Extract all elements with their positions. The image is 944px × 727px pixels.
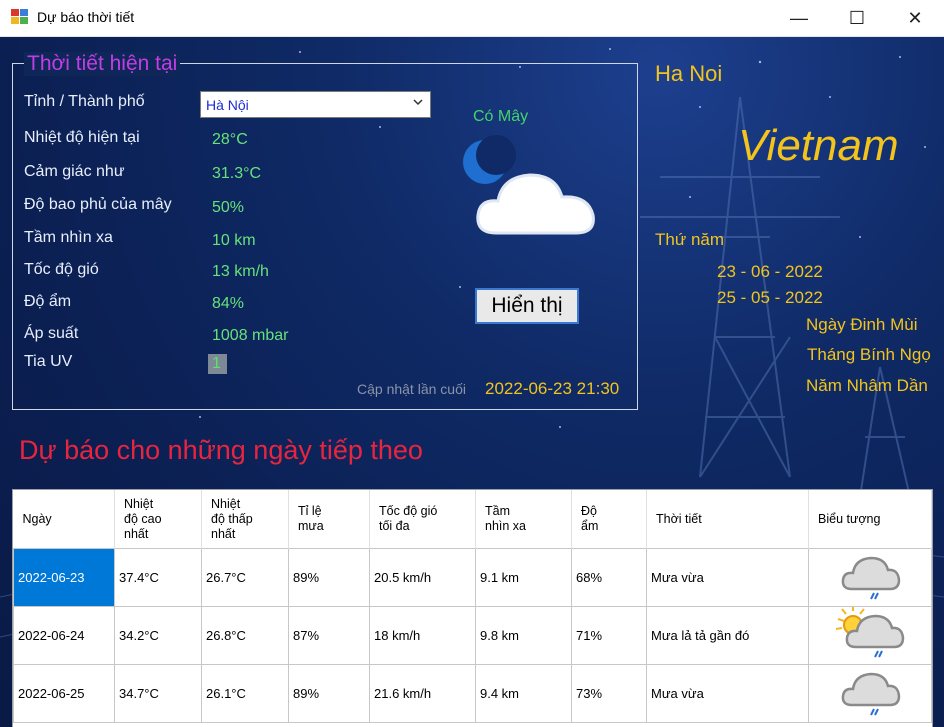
cell-visibility[interactable]: 9.4 km <box>475 664 572 723</box>
header-max-temp[interactable]: Nhiệt độ cao nhất <box>114 490 202 549</box>
province-selected-value: Hà Nội <box>206 97 249 113</box>
forecast-table[interactable]: Ngày Nhiệt độ cao nhất Nhiệt độ thấp nhấ… <box>12 489 933 727</box>
cell-rain-chance[interactable]: 89% <box>288 664 370 723</box>
cell-humidity[interactable]: 68% <box>571 548 647 607</box>
cell-min-temp[interactable]: 26.8°C <box>201 606 289 665</box>
humidity-value: 84% <box>212 295 245 312</box>
header-humidity-label: Độ ẩm <box>581 504 599 533</box>
header-max-wind[interactable]: Tốc độ gió tối đa <box>369 490 476 549</box>
header-date-label: Ngày <box>22 511 52 526</box>
lunar-month: Tháng Bính Ngọ <box>807 345 931 364</box>
cell-max-temp[interactable]: 34.7°C <box>114 664 202 723</box>
header-humidity[interactable]: Độ ẩm <box>571 490 647 549</box>
show-button[interactable]: Hiển thị <box>475 288 579 324</box>
maximize-button[interactable]: ☐ <box>828 0 886 36</box>
header-icon[interactable]: Biểu tượng <box>808 490 932 549</box>
province-select[interactable]: Hà Nội <box>200 91 431 118</box>
cell-date[interactable]: 2022-06-25 <box>13 664 115 723</box>
title-bar: Dự báo thời tiết — ☐ ✕ <box>0 0 944 37</box>
table-row[interactable]: 2022-06-25 34.7°C 26.1°C 89% 21.6 km/h 9… <box>13 664 932 723</box>
cell-date[interactable]: 2022-06-23 <box>13 548 115 607</box>
table-header-row: Ngày Nhiệt độ cao nhất Nhiệt độ thấp nhấ… <box>13 490 932 549</box>
last-updated-label: Cập nhật lần cuối <box>357 381 466 397</box>
cell-weather[interactable]: Mưa vừa <box>646 664 809 723</box>
condition-text: Có Mây <box>473 108 529 125</box>
country-name: Vietnam <box>738 121 899 170</box>
solar-date: 23 - 06 - 2022 <box>717 262 823 281</box>
cell-date[interactable]: 2022-06-24 <box>13 606 115 665</box>
pressure-value: 1008 mbar <box>212 327 289 344</box>
header-min-temp-label: Nhiệt độ thấp nhất <box>211 496 253 541</box>
table-row[interactable]: 2022-06-23 37.4°C 26.7°C 89% 20.5 km/h 9… <box>13 548 932 607</box>
uv-value: 1 <box>212 355 221 372</box>
lunar-date: 25 - 05 - 2022 <box>717 288 823 307</box>
header-date[interactable]: Ngày <box>13 490 115 549</box>
province-label: Tỉnh / Thành phố <box>24 93 145 110</box>
main-window: Thời tiết hiện tại Tỉnh / Thành phố Hà N… <box>0 37 944 727</box>
cell-max-temp[interactable]: 34.2°C <box>114 606 202 665</box>
cell-weather[interactable]: Mưa vừa <box>646 548 809 607</box>
cell-visibility[interactable]: 9.1 km <box>475 548 572 607</box>
cell-icon[interactable] <box>808 664 932 723</box>
header-weather[interactable]: Thời tiết <box>646 490 809 549</box>
close-button[interactable]: ✕ <box>886 0 944 36</box>
cell-max-temp[interactable]: 37.4°C <box>114 548 202 607</box>
wind-speed-value: 13 km/h <box>212 263 269 280</box>
temperature-label: Nhiệt độ hiện tại <box>24 129 140 146</box>
city-name: Ha Noi <box>655 61 723 86</box>
table-row[interactable]: 2022-06-24 34.2°C 26.8°C 87% 18 km/h 9.8… <box>13 606 932 665</box>
lunar-day: Ngày Đinh Mùi <box>806 315 918 334</box>
header-min-temp[interactable]: Nhiệt độ thấp nhất <box>201 490 289 549</box>
rain-cloud-icon <box>841 556 901 600</box>
uv-label: Tia UV <box>24 353 73 370</box>
header-max-wind-label: Tốc độ gió tối đa <box>379 504 438 533</box>
forecast-title: Dự báo cho những ngày tiếp theo <box>19 435 423 465</box>
visibility-label: Tầm nhìn xa <box>24 229 113 246</box>
cell-humidity[interactable]: 71% <box>571 606 647 665</box>
cell-max-wind[interactable]: 18 km/h <box>369 606 476 665</box>
cell-humidity[interactable]: 73% <box>571 664 647 723</box>
cell-weather[interactable]: Mưa lả tả gần đó <box>646 606 809 665</box>
header-max-temp-label: Nhiệt độ cao nhất <box>124 496 162 541</box>
cloud-cover-value: 50% <box>212 199 245 216</box>
cell-icon[interactable] <box>808 548 932 607</box>
cell-max-wind[interactable]: 20.5 km/h <box>369 548 476 607</box>
cell-icon[interactable] <box>808 606 932 665</box>
window-title: Dự báo thời tiết <box>37 9 135 25</box>
minimize-button[interactable]: — <box>770 0 828 36</box>
header-visibility[interactable]: Tầm nhìn xa <box>475 490 572 549</box>
lunar-year: Năm Nhâm Dần <box>806 376 928 395</box>
cloudy-night-icon <box>463 135 595 235</box>
app-icon <box>11 9 29 25</box>
sun-rain-cloud-icon <box>835 606 905 658</box>
cell-min-temp[interactable]: 26.1°C <box>201 664 289 723</box>
cell-max-wind[interactable]: 21.6 km/h <box>369 664 476 723</box>
current-weather-title: Thời tiết hiện tại <box>24 52 181 76</box>
header-icon-label: Biểu tượng <box>818 511 881 526</box>
cell-min-temp[interactable]: 26.7°C <box>201 548 289 607</box>
rain-cloud-icon <box>841 672 901 716</box>
wind-speed-label: Tốc độ gió <box>24 261 99 278</box>
header-weather-label: Thời tiết <box>656 511 702 526</box>
cell-visibility[interactable]: 9.8 km <box>475 606 572 665</box>
temperature-value: 28°C <box>212 131 248 148</box>
visibility-value: 10 km <box>212 232 256 249</box>
cell-rain-chance[interactable]: 87% <box>288 606 370 665</box>
last-updated-value: 2022-06-23 21:30 <box>485 379 620 398</box>
weekday: Thứ năm <box>655 230 725 249</box>
cell-rain-chance[interactable]: 89% <box>288 548 370 607</box>
pressure-label: Áp suất <box>24 325 79 342</box>
humidity-label: Độ ẩm <box>24 293 72 310</box>
feels-like-value: 31.3°C <box>212 165 262 182</box>
chevron-down-icon[interactable] <box>412 95 424 111</box>
header-rain-chance-label: Tỉ lệ mưa <box>298 504 324 533</box>
cloud-cover-label: Độ bao phủ của mây <box>24 196 172 213</box>
feels-like-label: Cảm giác như <box>24 163 125 180</box>
header-rain-chance[interactable]: Tỉ lệ mưa <box>288 490 370 549</box>
header-visibility-label: Tầm nhìn xa <box>485 504 527 533</box>
